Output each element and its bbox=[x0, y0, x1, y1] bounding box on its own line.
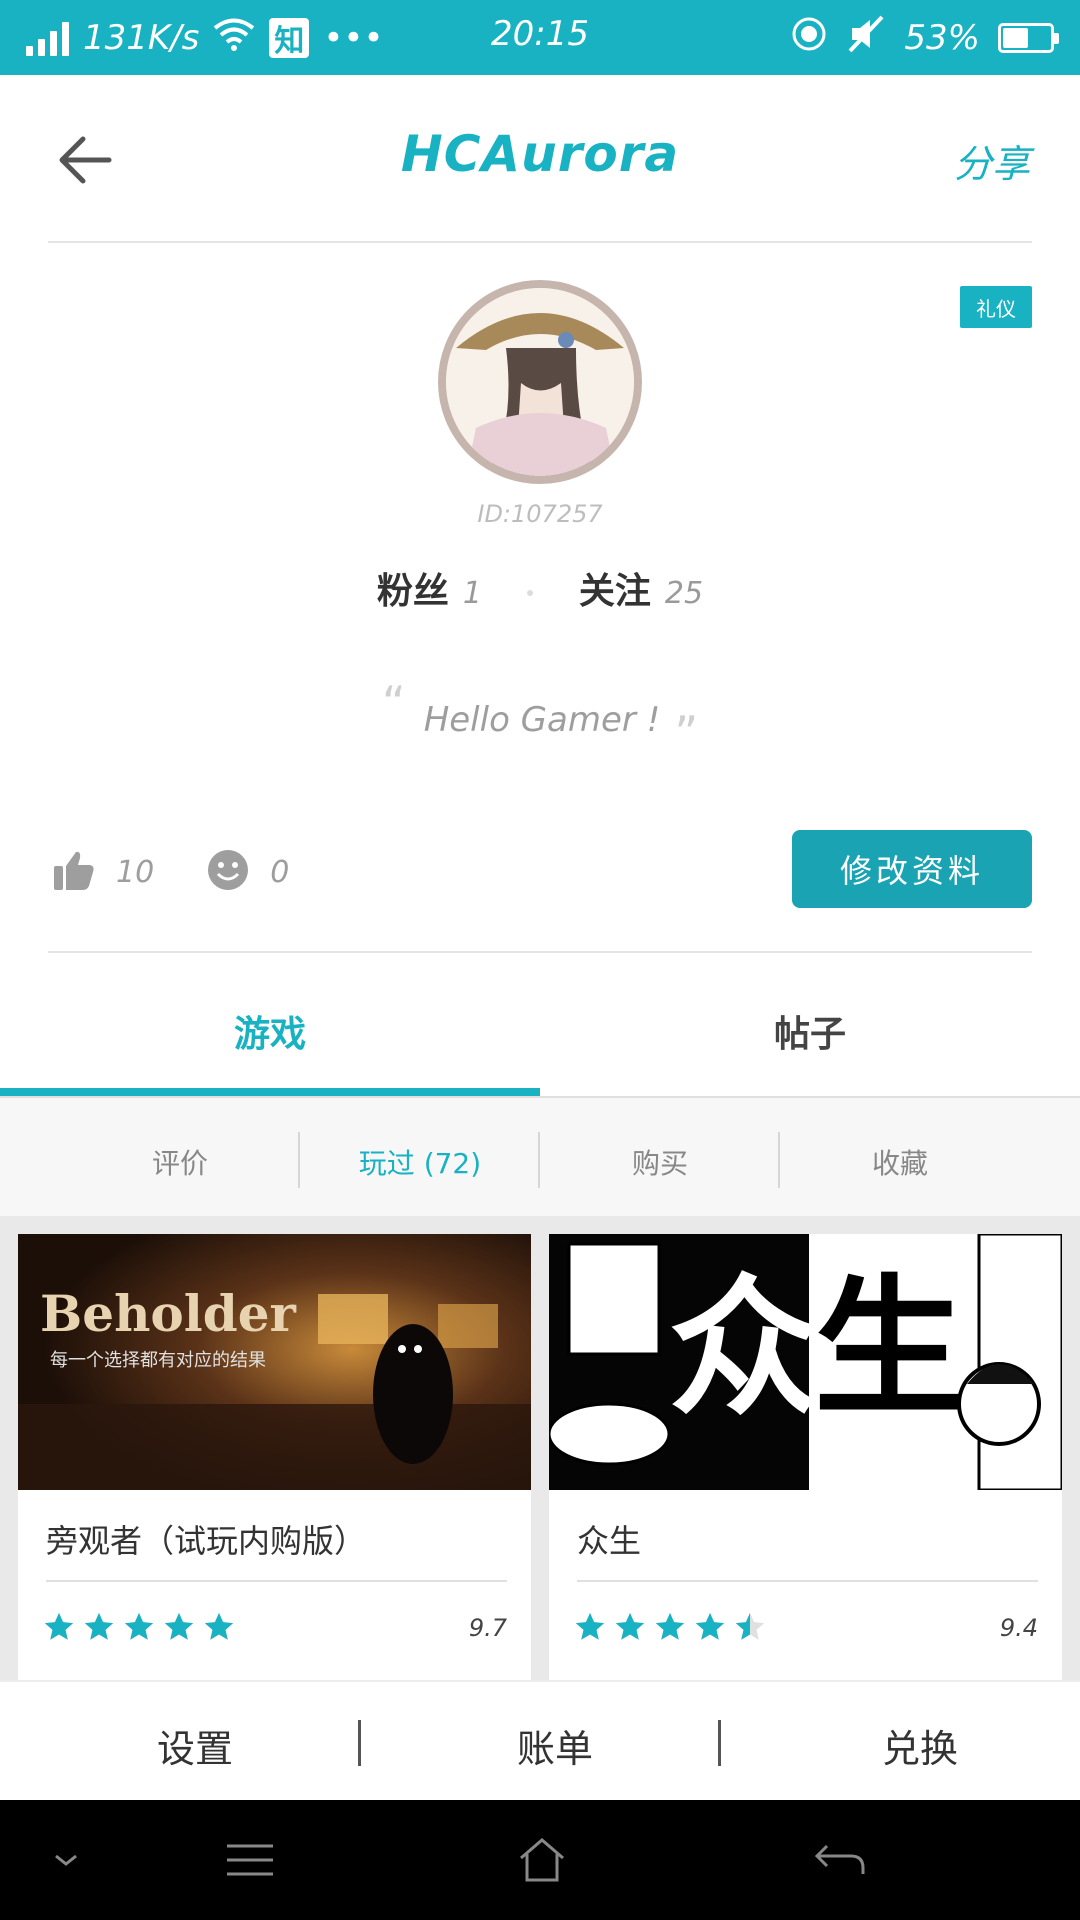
subtab-played[interactable]: 玩过 (72) bbox=[300, 1142, 540, 1182]
game-cover-subtitle: 每一个选择都有对应的结果 bbox=[50, 1350, 266, 1371]
open-quote-icon: “ bbox=[381, 676, 406, 730]
back-nav-button[interactable] bbox=[810, 1830, 870, 1890]
star-icon bbox=[164, 1612, 194, 1640]
menu-icon bbox=[227, 1844, 273, 1876]
main-tabs: 游戏 帖子 bbox=[0, 955, 1080, 1097]
game-name: 众生 bbox=[577, 1522, 642, 1560]
profile-divider bbox=[48, 951, 1032, 953]
system-nav-bar bbox=[0, 1800, 1080, 1920]
game-cover-char-1: 众 bbox=[669, 1262, 820, 1436]
subtab-review[interactable]: 评价 bbox=[60, 1142, 300, 1182]
game-cover-title: Beholder bbox=[40, 1284, 296, 1343]
star-icon bbox=[655, 1612, 685, 1640]
star-icon bbox=[615, 1612, 645, 1640]
close-quote-icon: ” bbox=[674, 706, 699, 760]
share-button[interactable]: 分享 bbox=[954, 133, 1030, 188]
star-icon bbox=[575, 1612, 605, 1640]
sub-tabs: 评价 玩过 (72) 购买 收藏 bbox=[0, 1098, 1080, 1216]
game-score: 9.4 bbox=[999, 1614, 1038, 1642]
home-button[interactable] bbox=[512, 1830, 572, 1890]
follow-label[interactable]: 关注 bbox=[579, 571, 651, 612]
rating-stars bbox=[573, 1610, 767, 1644]
tab-games[interactable]: 游戏 bbox=[0, 1005, 540, 1057]
user-motto: “ Hello Gamer ! ” bbox=[0, 676, 1080, 760]
location-icon bbox=[790, 15, 828, 62]
avatar[interactable] bbox=[438, 280, 642, 484]
game-card[interactable]: Beholder 每一个选择都有对应的结果 旁观者（试玩内购版） 9.7 bbox=[18, 1234, 531, 1680]
stats-separator bbox=[527, 590, 534, 596]
star-icon bbox=[44, 1612, 74, 1640]
bottom-separator bbox=[718, 1720, 721, 1766]
subtab-bought[interactable]: 购买 bbox=[540, 1142, 780, 1182]
page-title: HCAurora bbox=[400, 125, 680, 183]
bottom-action-bar: 设置 账单 兑换 bbox=[0, 1680, 1080, 1800]
star-icon bbox=[84, 1612, 114, 1640]
likes-count: 10 bbox=[116, 854, 155, 890]
user-id: ID:107257 bbox=[477, 500, 603, 528]
settings-button[interactable]: 设置 bbox=[15, 1718, 375, 1773]
tab-posts[interactable]: 帖子 bbox=[540, 1005, 1080, 1057]
smiley-face-icon[interactable] bbox=[206, 848, 250, 896]
menu-button[interactable] bbox=[220, 1830, 280, 1890]
follow-stats: 粉丝 1 关注 25 bbox=[0, 562, 1080, 614]
thumbs-up-icon[interactable] bbox=[52, 848, 96, 896]
fans-label[interactable]: 粉丝 bbox=[377, 571, 449, 612]
back-icon bbox=[814, 1844, 865, 1874]
battery-percent: 53% bbox=[904, 18, 980, 58]
hide-nav-button[interactable] bbox=[36, 1830, 96, 1890]
header-divider bbox=[48, 241, 1032, 243]
redeem-button[interactable]: 兑换 bbox=[740, 1718, 1080, 1773]
mute-icon bbox=[846, 15, 886, 62]
status-right: 53% bbox=[790, 14, 1059, 62]
fans-count[interactable]: 1 bbox=[463, 576, 482, 611]
rating-stars bbox=[42, 1610, 236, 1644]
etiquette-badge[interactable]: 礼仪 bbox=[960, 286, 1032, 328]
game-name: 旁观者（试玩内购版） bbox=[46, 1522, 367, 1560]
battery-icon bbox=[998, 23, 1059, 53]
game-score: 9.7 bbox=[468, 1614, 507, 1642]
game-cover-image: 众 生 bbox=[549, 1234, 1062, 1490]
home-icon bbox=[520, 1838, 564, 1882]
star-icon bbox=[124, 1612, 154, 1640]
game-cover-char-2: 生 bbox=[814, 1262, 965, 1436]
follow-count[interactable]: 25 bbox=[665, 576, 703, 611]
card-divider bbox=[577, 1580, 1038, 1582]
dislikes-count: 0 bbox=[270, 854, 290, 890]
game-card[interactable]: 众 生 众生 9.4 bbox=[549, 1234, 1062, 1680]
page-header: HCAurora 分享 bbox=[0, 75, 1080, 243]
star-icon bbox=[695, 1612, 725, 1640]
motto-text: Hello Gamer ! bbox=[423, 700, 661, 740]
chevron-down-icon bbox=[55, 1854, 77, 1866]
card-divider bbox=[46, 1580, 507, 1582]
bill-button[interactable]: 账单 bbox=[375, 1718, 735, 1773]
bottom-separator bbox=[358, 1720, 361, 1766]
subtab-favorites[interactable]: 收藏 bbox=[780, 1142, 1020, 1182]
game-cover-image: Beholder 每一个选择都有对应的结果 bbox=[18, 1234, 531, 1490]
reactions: 10 0 bbox=[52, 844, 289, 900]
active-tab-indicator bbox=[0, 1088, 540, 1096]
star-icon bbox=[735, 1612, 765, 1640]
star-icon bbox=[204, 1612, 234, 1640]
edit-profile-button[interactable]: 修改资料 bbox=[792, 830, 1032, 908]
status-bar: 131K/s 知 ••• 20:15 53% bbox=[0, 0, 1080, 75]
